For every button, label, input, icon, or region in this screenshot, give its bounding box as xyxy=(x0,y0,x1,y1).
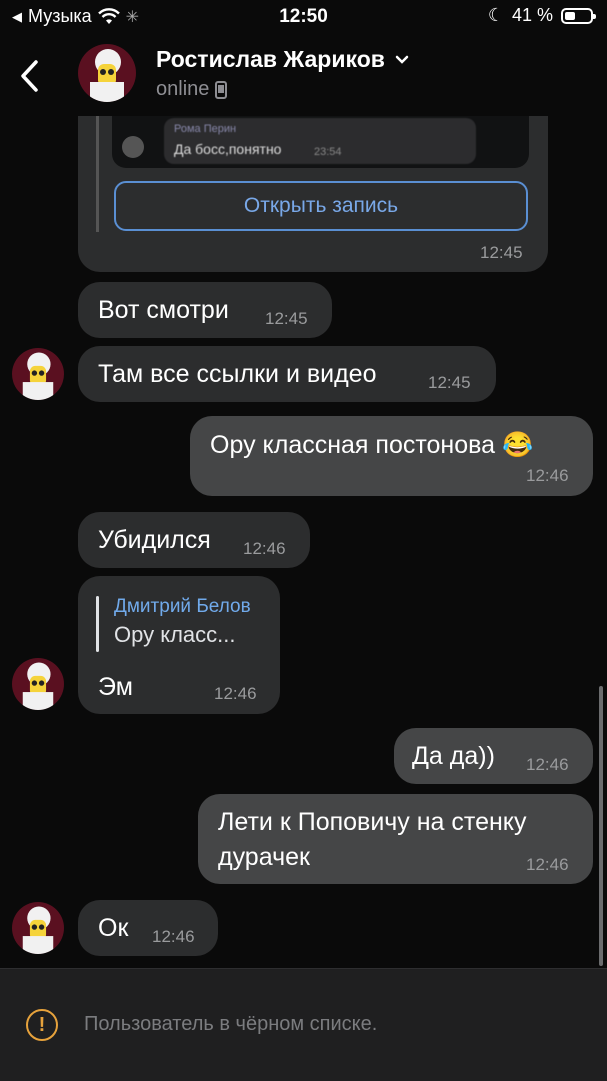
preview-avatar xyxy=(122,136,144,158)
message-time: 12:46 xyxy=(152,927,195,946)
blocked-footer: ! Пользователь в чёрном списке. xyxy=(0,968,607,1081)
contact-name[interactable]: Ростислав Жариков xyxy=(156,46,409,73)
message-text-line: дурачек xyxy=(218,843,310,871)
message-bubble[interactable]: Там все ссылки и видео 12:45 xyxy=(78,346,496,402)
message-time: 12:45 xyxy=(480,243,523,262)
message-bubble-reply[interactable]: Дмитрий Белов Ору класс... Эм 12:46 xyxy=(78,576,280,714)
preview-text: Да босс,понятно xyxy=(174,141,282,157)
sender-avatar[interactable] xyxy=(12,348,64,400)
message-time: 12:46 xyxy=(526,855,569,874)
shared-post-preview[interactable]: Рома Перин Да босс,понятно 23:54 xyxy=(112,116,529,168)
message-bubble[interactable]: Ок 12:46 xyxy=(78,900,218,956)
contact-avatar[interactable] xyxy=(78,44,136,102)
message-time: 12:45 xyxy=(265,309,308,328)
open-post-label: Открыть запись xyxy=(243,194,399,217)
sender-avatar[interactable] xyxy=(12,658,64,710)
message-time: 12:46 xyxy=(526,466,569,485)
contact-name-text: Ростислав Жариков xyxy=(156,46,385,72)
chevron-left-icon xyxy=(21,60,38,92)
message-bubble-outgoing[interactable]: Да да)) 12:46 xyxy=(394,728,593,784)
status-bar: ◀ Музыка ✳ 12:50 ☾ 41 % xyxy=(0,0,607,36)
warning-icon: ! xyxy=(26,1009,58,1041)
message-bubble[interactable]: Вот смотри 12:45 xyxy=(78,282,332,338)
contact-status: online xyxy=(156,78,228,101)
message-bubble-outgoing[interactable]: Ору классная постонова 😂 12:46 xyxy=(190,416,593,496)
message-bubble[interactable]: Убидился 12:46 xyxy=(78,512,310,568)
message-time: 12:45 xyxy=(428,373,471,392)
message-time: 12:46 xyxy=(526,755,569,774)
message-bubble-outgoing[interactable]: Лети к Поповичу на стенку дурачек 12:46 xyxy=(198,794,593,884)
message-time: 12:46 xyxy=(243,539,286,558)
blocked-message: Пользователь в чёрном списке. xyxy=(84,1013,378,1035)
message-text: Ору классная постонова 😂 xyxy=(210,431,534,459)
preview-time: 23:54 xyxy=(314,146,342,158)
moon-icon: ☾ xyxy=(487,5,504,25)
back-button[interactable] xyxy=(14,56,46,96)
message-text: Ок xyxy=(98,914,129,942)
message-text: Да да)) xyxy=(412,742,495,770)
reply-text: Ору класс... xyxy=(114,622,236,647)
message-text: Там все ссылки и видео xyxy=(98,360,377,388)
battery-icon xyxy=(561,7,596,24)
open-post-button[interactable]: Открыть запись xyxy=(114,181,528,231)
reply-quote-bar xyxy=(96,596,99,652)
message-text-line: Лети к Поповичу на стенку xyxy=(218,808,527,836)
status-right: ☾ 41 % xyxy=(487,5,596,26)
mobile-phone-icon xyxy=(215,80,228,99)
chevron-down-icon xyxy=(395,55,409,64)
message-text: Эм xyxy=(98,673,133,701)
preview-message: Рома Перин Да босс,понятно 23:54 xyxy=(164,118,476,164)
sender-avatar[interactable] xyxy=(12,902,64,954)
preview-author: Рома Перин xyxy=(174,123,237,135)
chat-header: Ростислав Жариков online xyxy=(0,36,607,116)
message-time: 12:46 xyxy=(214,684,257,703)
shared-post-quote-bar xyxy=(96,116,99,232)
message-text: Убидился xyxy=(98,526,211,554)
reply-author: Дмитрий Белов xyxy=(114,596,251,617)
battery-percent: 41 % xyxy=(511,5,553,25)
online-status: online xyxy=(156,78,210,100)
chat-scrollbar[interactable] xyxy=(599,686,603,966)
message-text: Вот смотри xyxy=(98,296,229,324)
